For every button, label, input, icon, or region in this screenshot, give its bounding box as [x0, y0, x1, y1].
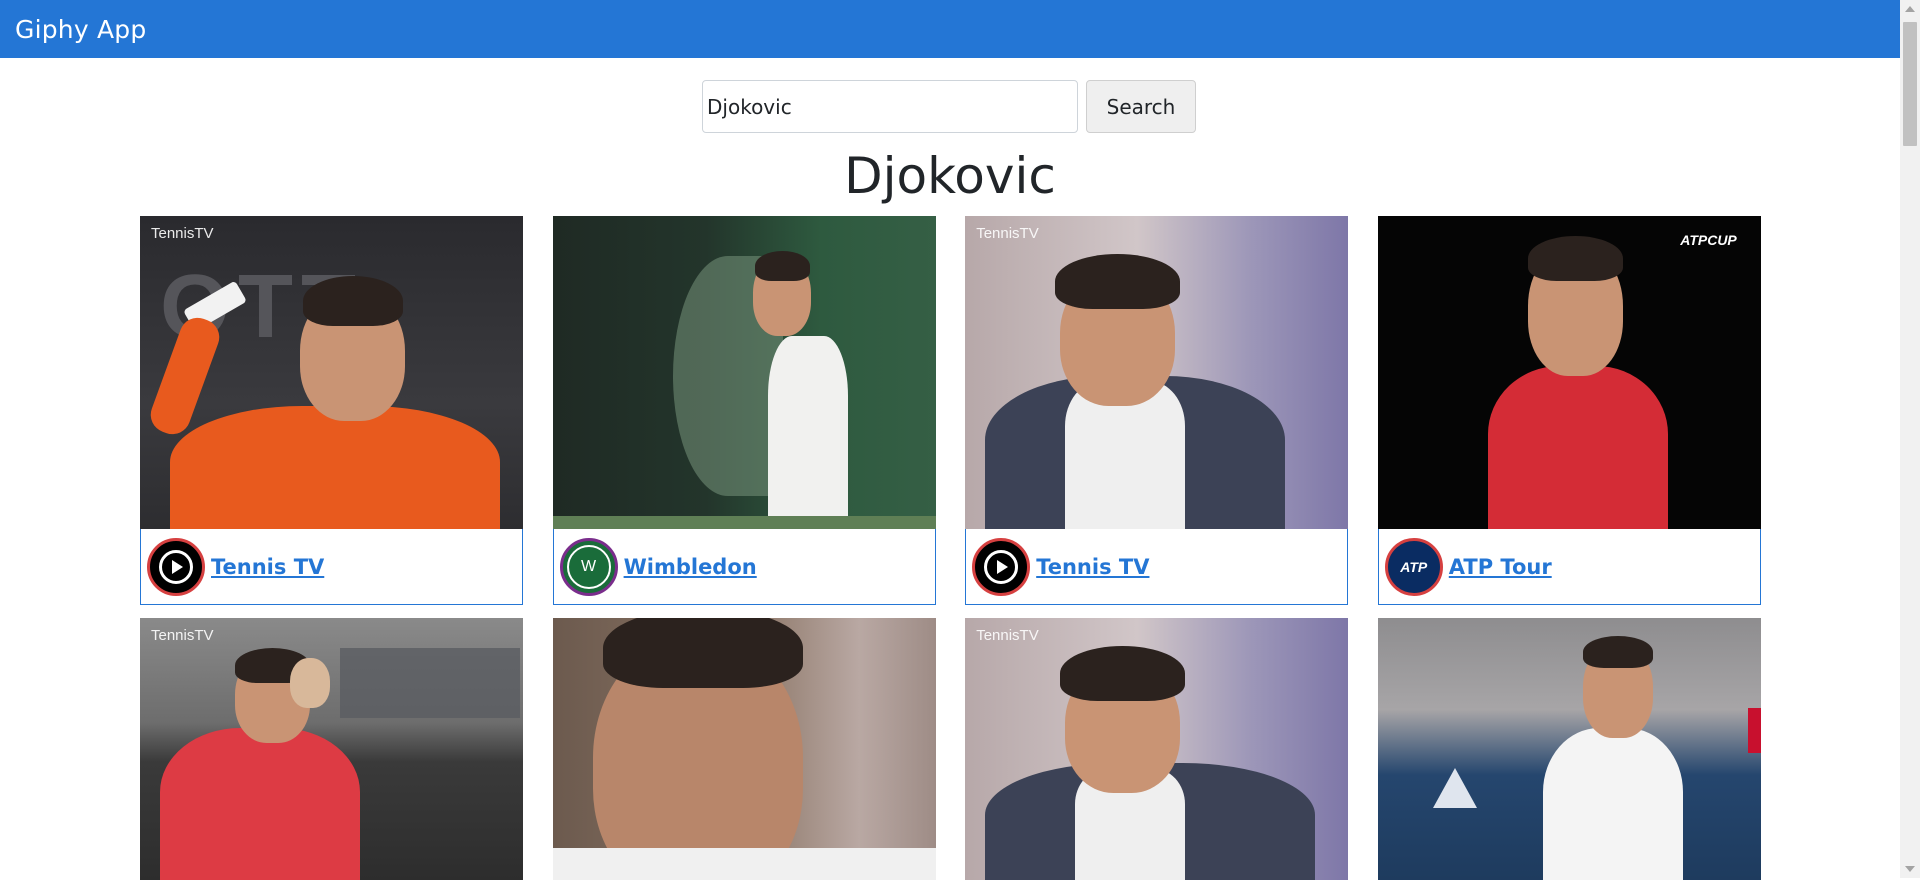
gif-image[interactable]: OTT TennisTV: [140, 216, 523, 529]
search-button[interactable]: Search: [1086, 80, 1196, 133]
gif-watermark: ATPCUP: [1680, 232, 1737, 248]
tennis-tv-avatar-icon: [972, 537, 1031, 596]
tennis-tv-avatar-icon: [147, 537, 205, 596]
gif-watermark: TennisTV: [976, 225, 1039, 242]
wimbledon-avatar-icon: W: [559, 537, 618, 596]
gif-image[interactable]: TennisTV: [965, 618, 1349, 880]
author-link[interactable]: Wimbledon: [624, 555, 757, 579]
gif-card: TennisTV Tennis TV: [965, 216, 1349, 605]
gif-watermark: TennisTV: [151, 627, 214, 644]
gif-card: [1377, 618, 1761, 880]
search-form: Search: [702, 80, 1196, 133]
gif-card: OTT TennisTV Tennis TV: [140, 216, 523, 605]
gif-watermark: TennisTV: [151, 225, 214, 242]
atp-tour-avatar-icon: ATP: [1384, 537, 1443, 596]
gif-grid: OTT TennisTV Tennis TV W Wimbledon Tenni…: [140, 216, 1761, 880]
gif-image[interactable]: TennisTV: [965, 216, 1349, 529]
gif-card: [552, 618, 936, 880]
gif-author: Tennis TV: [965, 529, 1349, 605]
gif-image[interactable]: [552, 618, 936, 880]
gif-image[interactable]: ATPCUP: [1377, 216, 1761, 529]
page-scrollbar[interactable]: [1900, 0, 1920, 878]
gif-image[interactable]: [1377, 618, 1761, 880]
gif-author: Tennis TV: [140, 529, 523, 605]
gif-card: ATPCUP ATP ATP Tour: [1377, 216, 1761, 605]
author-link[interactable]: ATP Tour: [1449, 555, 1552, 579]
app-title[interactable]: Giphy App: [15, 15, 146, 44]
scrollbar-thumb[interactable]: [1903, 22, 1917, 146]
search-input[interactable]: [702, 80, 1078, 133]
gif-image[interactable]: [552, 216, 936, 529]
gif-card: TennisTV: [965, 618, 1349, 880]
gif-author: ATP ATP Tour: [1377, 529, 1761, 605]
results-heading: Djokovic: [844, 147, 1056, 205]
gif-image[interactable]: TennisTV: [140, 618, 523, 880]
author-link[interactable]: Tennis TV: [1036, 555, 1149, 579]
navbar: Giphy App: [0, 0, 1900, 58]
gif-card: W Wimbledon: [552, 216, 936, 605]
gif-card: TennisTV: [140, 618, 523, 880]
gif-author: W Wimbledon: [552, 529, 936, 605]
scroll-down-arrow-icon[interactable]: [1905, 866, 1915, 872]
scroll-up-arrow-icon[interactable]: [1905, 6, 1915, 12]
author-link[interactable]: Tennis TV: [211, 555, 324, 579]
gif-watermark: TennisTV: [976, 627, 1039, 644]
